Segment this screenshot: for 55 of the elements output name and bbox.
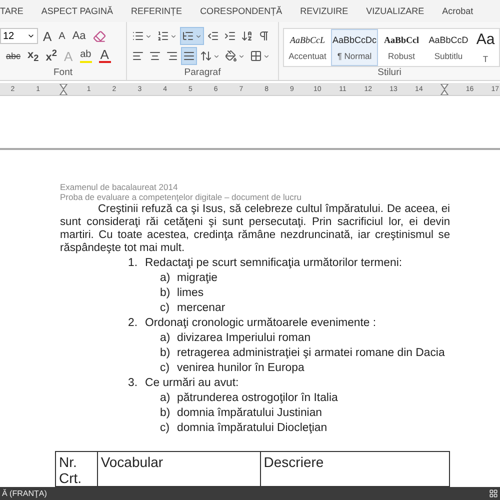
answer-option-text: venirea hunilor în Europa [177,361,304,376]
ribbon-tab[interactable]: REVIZUIRE [291,6,358,16]
answer-option-text: migraţie [177,271,218,286]
change-case-button[interactable]: Aa [70,27,88,45]
page-header-text: Proba de evaluare a competenţelor digitale – document de lucru [60,192,302,202]
style-gallery-item[interactable]: AaBbCcl Robust [378,29,425,66]
question-text: Ce urmări au avut: [145,376,239,391]
subscript-button[interactable]: x$_{2}$ [26,47,41,65]
list-letter: b) [160,406,172,421]
list-letter: b) [160,286,172,301]
list-letter: c) [160,301,170,316]
style-gallery-item[interactable]: AaBbCcD Subtitlu [425,29,472,66]
ribbon-tab[interactable]: CORESPONDENȚĂ [191,6,292,16]
shrink-font-button[interactable]: A [56,27,68,45]
strikethrough-button[interactable]: abc [4,47,23,65]
ribbon-tab[interactable]: Acrobat [433,6,482,16]
ribbon-tab[interactable]: ASPECT PAGINĂ [32,6,122,16]
superscript-button[interactable]: x$^{2}$ [44,47,59,65]
list-number: 2. [128,316,138,331]
list-letter: a) [160,391,172,406]
table-header-cell: Descriere [260,452,450,486]
page-header-text: Examenul de bacalaureat 2014 [60,182,179,192]
font-size-field[interactable]: 12 [0,28,38,44]
group-label: Font [52,67,74,78]
question-text: Redactaţi pe scurt semnificaţia următorilor termeni: [145,256,402,271]
answer-option-text: mercenar [177,301,226,316]
body-paragraph: Creştinii refuză ca şi Isus, să celebreze cultul împăratului. De aceea, ei sunt consideraţi răi cetăţeni şi sunt persecutaţi. Prin sacrificiul lor, ei devin martiri. Cu toate acestea, credinţa rămâne nezdruncinată, iar creştinismul se răspândeşte tot mai mult. [60,203,450,255]
list-letter: b) [160,346,172,361]
answer-option-text: pătrunderea ostrogoţilor în Italia [177,391,338,406]
style-gallery-item[interactable]: Aa T [472,29,499,66]
list-letter: c) [160,361,170,376]
list-number: 1. [128,256,138,271]
answer-option-text: limes [177,286,204,301]
ribbon-tab[interactable]: VIZUALIZARE [357,6,434,16]
answer-option-text: retragerea administraţiei şi armatei romane din Dacia [177,346,445,361]
list-letter: c) [160,421,170,436]
answer-option-text: domnia împăratului Justinian [177,406,322,421]
list-number: 3. [128,376,138,391]
answer-option-text: domnia împăratului Diocleţian [177,421,328,436]
answer-option-text: divizarea Imperiului roman [177,331,311,346]
grow-font-button[interactable]: A [41,27,54,45]
group-label: Paragraf [183,67,222,78]
style-gallery-item[interactable]: AaBbCcL Accentuat [284,29,331,66]
ribbon-tab[interactable]: TARE [0,6,32,16]
table-header-cell: Nr. Crt. [56,452,98,486]
list-letter: a) [160,331,172,346]
list-letter: a) [160,271,172,286]
table-header-cell: Vocabular [97,452,260,486]
font-color-button[interactable]: A [96,47,113,65]
highlight-button[interactable]: ab [78,47,94,65]
group-label: Stiluri [376,67,402,78]
question-text: Ordonaţi cronologic următoarele evenimente : [145,316,376,331]
language-status[interactable]: Ă (FRANŢA) [2,489,47,498]
ribbon-tab[interactable]: REFERINȚE [122,6,192,16]
style-gallery-item[interactable]: AaBbCcDc ¶ Normal [331,29,378,66]
